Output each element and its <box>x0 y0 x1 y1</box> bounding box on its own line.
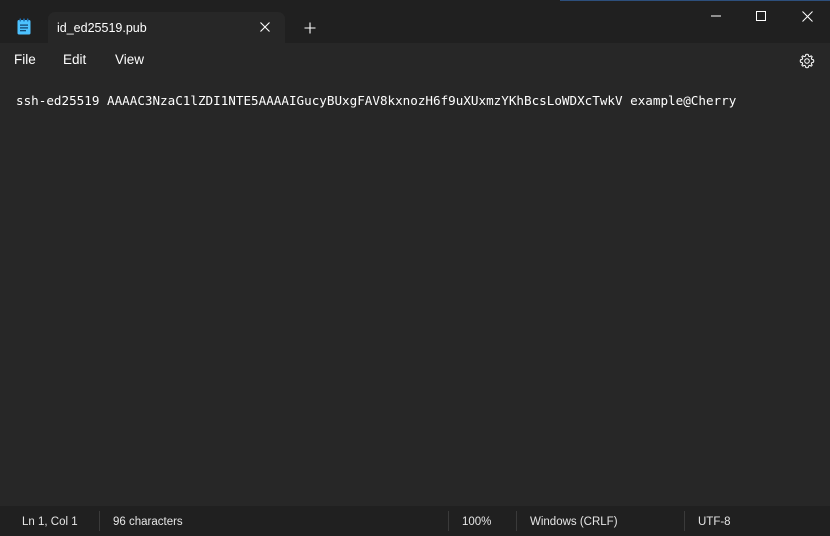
status-bar: Ln 1, Col 1 96 characters 100% Windows (… <box>0 506 830 536</box>
editor-text-line[interactable]: ssh-ed25519 AAAAC3NzaC1lZDI1NTE5AAAAIGuc… <box>16 93 736 108</box>
title-bar: id_ed25519.pub <box>0 0 830 43</box>
menu-file[interactable]: File <box>14 52 36 67</box>
plus-icon <box>304 22 316 34</box>
minimize-button[interactable] <box>693 0 739 32</box>
maximize-button[interactable] <box>738 0 784 32</box>
maximize-icon <box>756 11 766 21</box>
close-tab-button[interactable] <box>254 16 276 38</box>
status-encoding[interactable]: UTF-8 <box>698 516 731 528</box>
text-editor[interactable]: ssh-ed25519 AAAAC3NzaC1lZDI1NTE5AAAAIGuc… <box>0 76 830 506</box>
status-character-count: 96 characters <box>113 516 183 528</box>
gear-icon <box>799 53 815 69</box>
status-divider <box>448 511 449 531</box>
new-tab-button[interactable] <box>298 17 322 39</box>
notepad-icon <box>17 18 31 35</box>
close-window-button[interactable] <box>784 0 830 32</box>
status-cursor-position: Ln 1, Col 1 <box>22 516 78 528</box>
status-divider <box>99 511 100 531</box>
tab-title: id_ed25519.pub <box>57 21 147 35</box>
status-divider <box>684 511 685 531</box>
status-zoom[interactable]: 100% <box>462 516 491 528</box>
close-icon <box>260 22 270 32</box>
status-line-endings[interactable]: Windows (CRLF) <box>530 516 618 528</box>
notepad-window: id_ed25519.pub File Edit View ssh-ed2551… <box>0 0 830 536</box>
tab-active-file[interactable]: id_ed25519.pub <box>48 12 285 43</box>
close-icon <box>801 10 813 22</box>
menu-bar: File Edit View <box>0 43 830 76</box>
status-divider <box>516 511 517 531</box>
menu-view[interactable]: View <box>115 52 144 67</box>
settings-button[interactable] <box>796 50 818 72</box>
menu-edit[interactable]: Edit <box>63 52 86 67</box>
minimize-icon <box>711 15 721 17</box>
